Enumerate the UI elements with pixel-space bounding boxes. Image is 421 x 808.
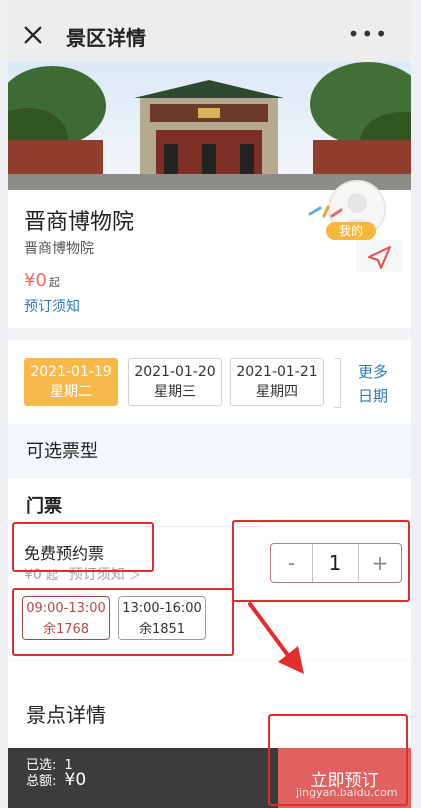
- page-title: 景区详情: [66, 26, 146, 50]
- order-summary: 已选: 1 总额: ¥0: [26, 758, 86, 789]
- poi-card: 晋商博物院 晋商博物院 ¥0 起 预订须知 我的: [8, 180, 411, 328]
- poi-subtitle: 晋商博物院: [24, 241, 94, 257]
- date-selector: 2021-01-19 星期二 2021-01-20 星期三 2021-01-21…: [8, 340, 411, 424]
- total-value: ¥0: [64, 770, 87, 790]
- annotation-box-ticket: [12, 522, 154, 572]
- booking-notice-link[interactable]: 预订须知: [24, 296, 80, 316]
- ticket-type-section: 可选票型: [8, 425, 411, 475]
- date-label: 2021-01-20: [134, 364, 216, 380]
- title-bar: 景区详情 •••: [8, 0, 411, 62]
- ticket-group-title: 门票: [26, 496, 62, 517]
- my-badge[interactable]: 我的: [326, 222, 376, 240]
- museum-photo: [8, 62, 411, 190]
- poi-price-value: ¥0: [24, 270, 47, 291]
- annotation-box-stepper: [232, 520, 410, 602]
- poi-name: 晋商博物院: [24, 210, 135, 235]
- weekday-label: 星期二: [50, 384, 92, 400]
- weekday-label: 星期四: [256, 384, 298, 400]
- close-icon[interactable]: [22, 24, 44, 46]
- selected-label: 已选:: [26, 758, 57, 773]
- watermark: jingyan.baidu.com: [296, 786, 398, 799]
- more-dates-line1: 更多: [357, 363, 388, 381]
- more-dates-line2: 日期: [357, 387, 388, 405]
- weekday-label: 星期三: [154, 384, 196, 400]
- date-option-2[interactable]: 2021-01-20 星期三: [128, 358, 222, 406]
- poi-price: ¥0 起: [24, 270, 60, 291]
- total-row: 总额: ¥0: [26, 770, 87, 790]
- date-label: 2021-01-19: [30, 364, 112, 380]
- navigation-arrow-icon: [368, 246, 391, 269]
- more-menu-icon[interactable]: •••: [348, 22, 389, 46]
- total-label: 总额:: [26, 774, 57, 789]
- annotation-box-slots: [12, 588, 234, 656]
- date-option-edge: [334, 358, 341, 408]
- navigate-button[interactable]: [356, 240, 402, 272]
- ticket-type-title: 可选票型: [26, 441, 98, 462]
- app-frame: 景区详情 ••• 晋商博物院 晋商博物院 ¥0 起 预订须知 我的 2021-0…: [8, 0, 411, 808]
- confetti-decoration: [308, 205, 343, 218]
- date-label: 2021-01-21: [236, 364, 318, 380]
- date-option-1[interactable]: 2021-01-19 星期二: [24, 358, 118, 406]
- poi-price-suffix: 起: [48, 276, 60, 289]
- hero-image: [8, 62, 411, 190]
- annotation-arrow: [248, 602, 304, 674]
- more-dates-button[interactable]: 更多 日期: [354, 360, 392, 408]
- scenic-detail-title: 景点详情: [26, 703, 106, 727]
- date-option-3[interactable]: 2021-01-21 星期四: [230, 358, 324, 406]
